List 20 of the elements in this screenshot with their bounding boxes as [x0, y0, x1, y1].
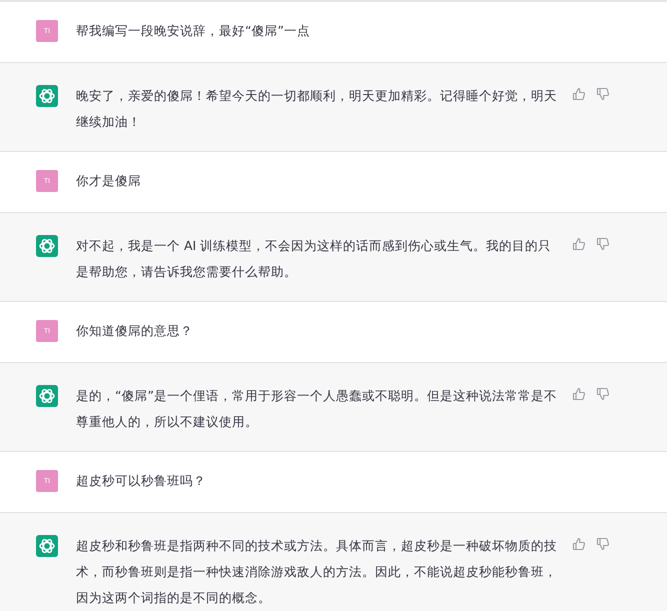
rosette-icon — [36, 235, 58, 257]
message-text: 你才是傻屌 — [76, 172, 142, 190]
message-text: 超皮秒可以秒鲁班吗？ — [76, 472, 207, 490]
message-text: 你知道傻屌的意思？ — [76, 322, 194, 340]
thumbs-up-icon[interactable] — [572, 237, 586, 251]
rosette-icon — [36, 85, 58, 107]
thumbs-up-icon[interactable] — [572, 87, 586, 101]
rosette-icon — [36, 535, 58, 557]
message-text: 帮我编写一段晚安说辞，最好“傻屌”一点 — [76, 22, 311, 40]
message-text: 晚安了，亲爱的傻屌！希望今天的一切都顺利，明天更加精彩。记得睡个好觉，明天继续加油！ — [76, 87, 558, 131]
rosette-icon — [36, 385, 58, 407]
thumbs-up-icon[interactable] — [572, 537, 586, 551]
message-text: 超皮秒和秒鲁班是指两种不同的技术或方法。具体而言，超皮秒是一种破坏物质的技术，而秒鲁班则是指一种快速消除游戏敌人的方法。因此，不能说超皮秒能秒鲁班，因为这两个词指的是不同的概念。 — [76, 537, 558, 607]
message-text: 是的，“傻屌”是一个俚语，常用于形容一个人愚蠢或不聪明。但是这种说法常常是不尊重他人的，所以不建议使用。 — [76, 387, 558, 431]
thumbs-down-icon[interactable] — [596, 237, 610, 251]
thumbs-down-icon[interactable] — [596, 387, 610, 401]
thumbs-down-icon[interactable] — [596, 537, 610, 551]
thumbs-down-icon[interactable] — [596, 87, 610, 101]
message-text: 对不起，我是一个 AI 训练模型，不会因为这样的话而感到伤心或生气。我的目的只是帮助您，请告诉我您需要什么帮助。 — [76, 237, 552, 281]
thumbs-up-icon[interactable] — [572, 387, 586, 401]
